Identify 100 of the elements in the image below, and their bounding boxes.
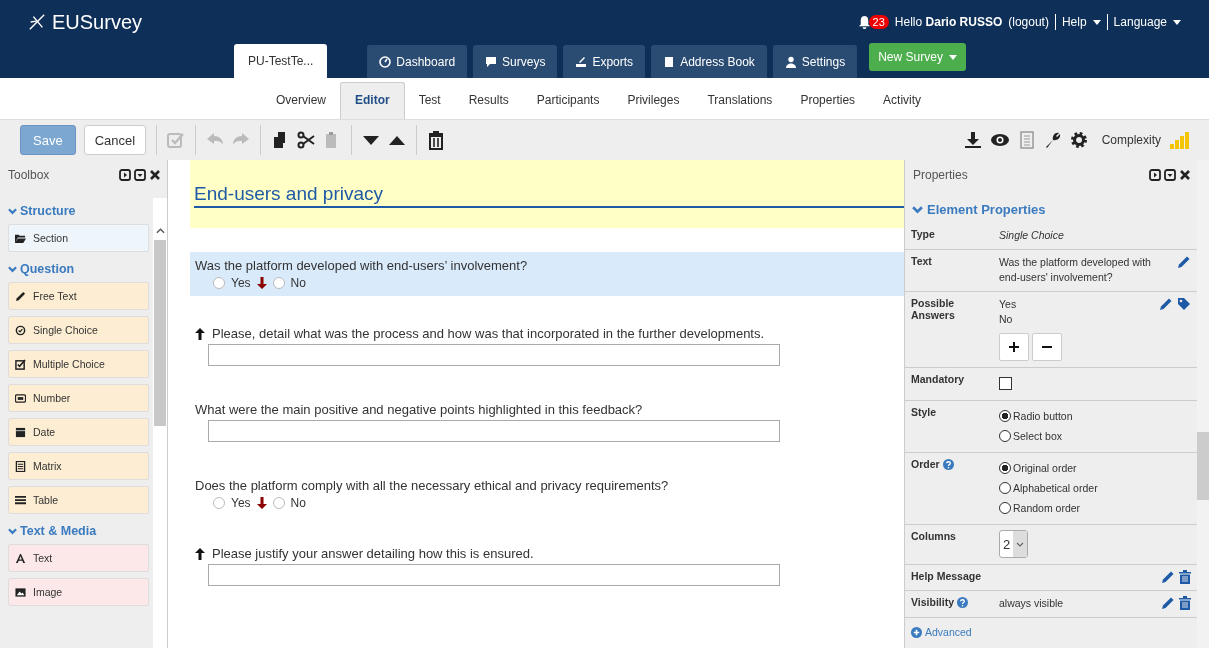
properties-title: Properties — [913, 168, 968, 182]
radio-button[interactable] — [999, 430, 1011, 442]
category-heading[interactable]: Structure — [8, 204, 153, 218]
toolbox-item[interactable]: Table — [8, 486, 149, 514]
nav-button[interactable]: Exports — [563, 45, 646, 78]
toolbox-item[interactable]: Number — [8, 384, 149, 412]
editor-tab[interactable]: Participants — [522, 83, 614, 119]
toolbox-item[interactable]: Text — [8, 544, 149, 572]
editor-tab[interactable]: Privileges — [613, 83, 694, 119]
download-icon[interactable] — [963, 131, 982, 149]
question-block[interactable]: What were the main positive and negative points highlighted in this feedback? — [190, 396, 904, 448]
caret-icon — [1092, 19, 1101, 25]
nav-button[interactable]: Dashboard — [367, 45, 468, 78]
radio-button[interactable] — [999, 410, 1011, 422]
notification-badge: 23 — [868, 15, 889, 29]
editor-tab[interactable]: Results — [454, 83, 523, 119]
category-heading[interactable]: Question — [8, 262, 153, 276]
remove-button[interactable] — [1032, 333, 1062, 361]
property-label: Help Message — [911, 570, 982, 582]
scroll-up-icon[interactable] — [155, 228, 165, 234]
option-label: Original order — [1013, 460, 1077, 476]
option-label: No — [290, 496, 306, 510]
list-icon — [15, 460, 26, 472]
advanced-link[interactable]: Advanced — [905, 618, 1197, 646]
question-text: Does the platform comply with all the necessary ethical and privacy requirements? — [195, 478, 669, 493]
option-label: Yes — [231, 276, 251, 290]
edit-icon[interactable] — [1177, 255, 1191, 269]
toolbox-item[interactable]: Section — [8, 224, 149, 252]
signal-bars-icon — [1169, 130, 1189, 150]
answer-field[interactable] — [208, 564, 780, 586]
scrollbar[interactable] — [153, 198, 167, 648]
toolbox-item[interactable]: Matrix — [8, 452, 149, 480]
delete-icon[interactable] — [1179, 570, 1191, 584]
radio-button[interactable] — [213, 277, 225, 289]
dock-icon[interactable] — [119, 169, 131, 181]
radio-button[interactable] — [999, 502, 1011, 514]
radio-button[interactable] — [999, 482, 1011, 494]
chevron-down-icon — [8, 265, 17, 273]
category-heading[interactable]: Text & Media — [8, 524, 153, 538]
chevron-down-icon — [1016, 541, 1025, 547]
answer-field[interactable] — [208, 344, 780, 366]
radio-button[interactable] — [999, 462, 1011, 474]
tag-icon[interactable] — [1177, 297, 1191, 311]
toolbox-title: Toolbox — [8, 168, 50, 182]
toolbox-item[interactable]: Free Text — [8, 282, 149, 310]
edit-icon[interactable] — [1161, 596, 1175, 610]
help-menu[interactable]: Help — [1061, 15, 1101, 29]
property-value: Single Choice — [999, 229, 1064, 241]
settings-icon[interactable] — [1069, 131, 1088, 149]
folder-icon — [15, 232, 26, 244]
cut-icon[interactable] — [297, 131, 316, 149]
cancel-button[interactable]: Cancel — [83, 125, 147, 155]
editor-tab[interactable]: Overview — [262, 83, 340, 119]
add-button[interactable] — [999, 333, 1029, 361]
preview-icon[interactable] — [989, 131, 1010, 149]
nav-button[interactable]: Address Book — [651, 45, 767, 78]
question-block[interactable]: Please, detail what was the process and how was that incorporated in the further developments. — [190, 320, 904, 372]
language-menu[interactable]: Language — [1113, 15, 1181, 29]
radio-button[interactable] — [213, 497, 225, 509]
survey-tab[interactable]: PU-TestTe... — [234, 44, 328, 78]
close-icon[interactable] — [1179, 169, 1191, 181]
calendar-icon — [15, 426, 26, 438]
editor-tab[interactable]: Translations — [693, 83, 787, 119]
dock-icon[interactable] — [1149, 169, 1161, 181]
radio-button[interactable] — [272, 277, 285, 289]
logout-link[interactable]: (logout) — [1008, 15, 1049, 29]
collapse-icon[interactable] — [1164, 169, 1176, 181]
element-properties-heading[interactable]: Element Properties — [905, 190, 1197, 223]
toolbox-item[interactable]: Single Choice — [8, 316, 149, 344]
delete-icon[interactable] — [427, 130, 446, 150]
edit-icon[interactable] — [1161, 570, 1175, 584]
question-block[interactable]: Please justify your answer detailing how this is ensured. — [190, 540, 904, 592]
mandatory-checkbox[interactable] — [999, 377, 1012, 390]
editor-tab[interactable]: Test — [404, 83, 455, 119]
property-label: Mandatory — [911, 373, 965, 385]
toolbox-item[interactable]: Image — [8, 578, 149, 606]
greeting-text: Hello Dario RUSSO — [894, 15, 1003, 29]
help-icon[interactable] — [957, 597, 968, 608]
editor-tab[interactable]: Properties — [786, 83, 870, 119]
property-value: always visible — [999, 597, 1064, 609]
image-icon — [15, 586, 26, 598]
radio-button[interactable] — [272, 497, 285, 509]
edit-icon[interactable] — [1159, 297, 1173, 311]
close-icon[interactable] — [149, 169, 161, 181]
scrollbar[interactable] — [1197, 160, 1209, 648]
answer-field[interactable] — [208, 420, 780, 442]
delete-icon[interactable] — [1179, 596, 1191, 610]
nav-button[interactable]: Settings — [772, 45, 858, 78]
toolbox-item[interactable]: Multiple Choice — [8, 350, 149, 378]
question-block[interactable]: Does the platform comply with all the necessary ethical and privacy requirements? Yes No — [190, 472, 904, 516]
collapse-icon[interactable] — [134, 169, 146, 181]
columns-select[interactable]: 2 — [999, 530, 1029, 558]
app-logo[interactable]: EUSurvey — [28, 10, 143, 34]
question-block[interactable]: Was the platform developed with end-users’ involvement? Yes No — [190, 252, 904, 296]
editor-tab[interactable]: Activity — [869, 83, 936, 119]
editor-tab[interactable]: Editor — [340, 82, 405, 119]
option-label: Alphabetical order — [1013, 480, 1098, 496]
nav-button[interactable]: Surveys — [473, 45, 558, 78]
help-icon[interactable] — [942, 459, 954, 470]
toolbox-item[interactable]: Date — [8, 418, 149, 446]
